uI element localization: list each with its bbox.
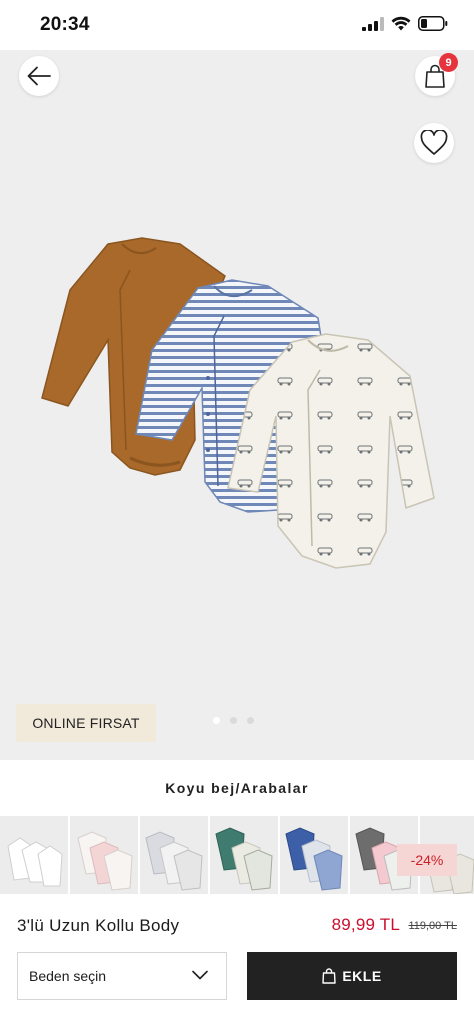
product-price: 89,99 TL xyxy=(331,915,400,934)
back-button[interactable] xyxy=(19,56,59,96)
color-swatch[interactable] xyxy=(210,816,278,894)
cart-count-badge: 9 xyxy=(439,53,458,72)
pagination-dot[interactable] xyxy=(230,717,237,724)
cart-button[interactable]: 9 xyxy=(415,53,458,96)
arrow-left-icon xyxy=(27,66,51,86)
product-image-area[interactable]: 9 ONLINE FIRSAT xyxy=(0,50,474,760)
status-icons xyxy=(362,16,448,31)
battery-icon xyxy=(418,16,448,31)
promo-tag: ONLINE FIRSAT xyxy=(16,704,156,742)
product-old-price: 119,00 TL xyxy=(408,920,457,932)
selected-color-name: Koyu bej/Arabalar xyxy=(0,760,474,816)
color-swatch[interactable] xyxy=(140,816,208,894)
image-pagination xyxy=(213,717,254,724)
add-to-cart-button[interactable]: EKLE xyxy=(247,952,457,1000)
heart-icon xyxy=(420,130,448,155)
discount-badge: -24% xyxy=(397,844,457,876)
size-select[interactable]: Beden seçin xyxy=(17,952,227,1000)
product-image xyxy=(41,237,435,569)
product-name: 3'lü Uzun Kollu Body xyxy=(17,916,180,935)
status-bar: 20:34 xyxy=(0,0,474,50)
shopping-bag-icon xyxy=(322,968,337,984)
pagination-dot[interactable] xyxy=(213,717,220,724)
signal-icon xyxy=(362,16,384,31)
color-swatch[interactable] xyxy=(70,816,138,894)
size-select-label: Beden seçin xyxy=(29,968,107,984)
color-swatch[interactable] xyxy=(0,816,68,894)
add-to-cart-label: EKLE xyxy=(342,968,382,984)
chevron-down-icon xyxy=(192,970,208,980)
color-swatch[interactable] xyxy=(280,816,348,894)
favorite-button[interactable] xyxy=(414,123,454,163)
status-time: 20:34 xyxy=(40,14,90,35)
product-info-bar: 3'lü Uzun Kollu Body 89,99 TL 119,00 TL … xyxy=(0,894,474,1024)
wifi-icon xyxy=(391,16,411,31)
pagination-dot[interactable] xyxy=(247,717,254,724)
